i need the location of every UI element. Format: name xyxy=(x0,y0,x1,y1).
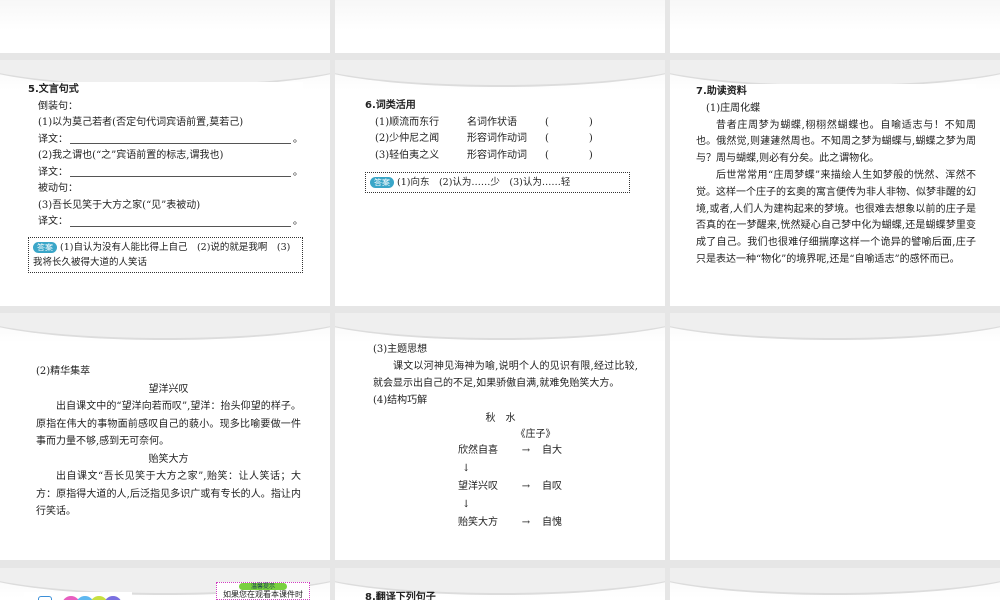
slide-bottom-2: 8.翻译下列句子 xyxy=(335,568,665,600)
slide-top-3 xyxy=(670,0,1000,53)
item: (1)顺流而东行 xyxy=(375,116,440,128)
content: (3)主题思想 课文以河神见海神为喻,说明个人的见识有限,经过比较,就会显示出自… xyxy=(373,341,638,531)
slide-reading-material: 7.助读资料 (1)庄周化蝶 昔者庄周梦为蝴蝶,栩栩然蝴蝶也。自喻适志与！不知周… xyxy=(670,60,1000,306)
item: (3)轻伯夷之义 xyxy=(375,149,440,161)
slide-bottom-3 xyxy=(670,568,1000,600)
text: (2)我之谓也(“之”宾语前置的标志,谓我也) xyxy=(38,150,224,161)
idiom-heading: 望洋兴叹 xyxy=(148,383,189,395)
flow-result: 自愧 xyxy=(542,517,562,528)
logo-icon xyxy=(38,596,52,600)
tip-box: 温馨提示 如果您在观看本课件时 xyxy=(216,582,310,600)
structure-diagram: 秋 水 《庄子》 欣然自喜 → 自大 ↓ 望洋兴叹 → 自叹 ↓ 贻笑大方 → 自愧 xyxy=(373,411,638,531)
answer-badge: 答案 xyxy=(370,177,394,188)
content: 6.词类活用 (1)顺流而东行 名词作状语( ) (2)少仲尼之闻 形容词作动词( … xyxy=(365,98,630,193)
section-title: 8.翻译下列句子 xyxy=(365,592,436,600)
idiom-heading: 贻笑大方 xyxy=(148,453,189,465)
subtitle: (2)精华集萃 xyxy=(36,366,91,377)
paragraph: 出自课文“吾长见笑于大方之家”,贻笑：让人笑话；大方：原指得大道的人,后泛指见多… xyxy=(36,471,301,517)
answer-text: (1)向东 (2)认为……少 (3)认为……轻 xyxy=(397,177,571,188)
slide-top-2 xyxy=(335,0,665,53)
content: 7.助读资料 (1)庄周化蝶 昔者庄周梦为蝴蝶,栩栩然蝴蝶也。自喻适志与！不知周… xyxy=(696,84,976,269)
text: (1)以为莫己若者(否定句代词宾语前置,莫若己) xyxy=(38,117,244,128)
item-blank[interactable]: ( ) xyxy=(545,131,593,148)
text: 倒装句： xyxy=(38,100,78,112)
flow-result: 自叹 xyxy=(542,481,562,492)
label: 译文： xyxy=(38,216,68,227)
diagram-title: 秋 水 xyxy=(485,413,516,424)
text: 被动句： xyxy=(38,183,78,194)
paragraph: 课文以河神见海神为喻,说明个人的见识有限,经过比较,就会显示出自己的不足,如果骄… xyxy=(373,361,638,389)
section-title: 6.词类活用 xyxy=(365,100,416,111)
label: 译文： xyxy=(38,166,68,178)
arrow-down-icon: ↓ xyxy=(462,463,471,474)
paragraph: 昔者庄周梦为蝴蝶,栩栩然蝴蝶也。自喻适志与！不知周也。俄然觉,则蘧蘧然周也。不知… xyxy=(696,119,976,165)
section-title: 5.文言句式 xyxy=(28,84,79,95)
slide-empty xyxy=(670,313,1000,560)
translation-blank[interactable]: 译文：。 xyxy=(28,214,303,231)
label: 译文： xyxy=(38,133,68,145)
arrow-down-icon: ↓ xyxy=(462,499,471,510)
slide-top-1 xyxy=(0,0,330,53)
translation-blank[interactable]: 译文：。 xyxy=(28,132,303,149)
flow-step: 贻笑大方 xyxy=(458,517,498,528)
circle-icon xyxy=(104,596,122,600)
answer-box: 答案 (1)向东 (2)认为……少 (3)认为……轻 xyxy=(365,172,630,193)
flow-result: 自大 xyxy=(542,445,562,456)
section-title: 7.助读资料 xyxy=(696,86,747,97)
item-blank[interactable]: ( ) xyxy=(545,148,593,165)
translation-blank[interactable]: 译文：。 xyxy=(28,165,303,182)
item-type: 形容词作动词 xyxy=(467,133,527,144)
flow-step: 欣然自喜 xyxy=(458,445,498,456)
item-type: 名词作状语 xyxy=(467,116,517,128)
subtitle: (3)主题思想 xyxy=(373,344,428,355)
paragraph: 后世常常用“庄周梦蝶”来描绘人生如梦般的恍然、浑然不觉。这样一个庄子的玄奥的寓言… xyxy=(696,169,976,265)
item: (2)少仲尼之闻 xyxy=(375,133,440,144)
slide-bottom-1: 温馨提示 如果您在观看本课件时 xyxy=(0,568,330,600)
arrow-right-icon: → xyxy=(521,517,531,528)
item-type: 形容词作动词 xyxy=(467,149,527,161)
slide-idioms: (2)精华集萃 望洋兴叹 出自课文中的“望洋向若而叹”,望洋：抬头仰望的样子。原… xyxy=(0,313,330,560)
slide-word-usage: 6.词类活用 (1)顺流而东行 名词作状语( ) (2)少仲尼之闻 形容词作动词( … xyxy=(335,60,665,306)
tip-title: 温馨提示 xyxy=(239,583,287,590)
tip-text: 如果您在观看本课件时 xyxy=(223,590,303,599)
diagram-author: 《庄子》 xyxy=(515,429,556,440)
answer-box: 答案 (1)自认为没有人能比得上自己 (2)说的就是我啊 (3)我将长久被得大道的… xyxy=(28,236,303,273)
answer-text: (1)自认为没有人能比得上自己 (2)说的就是我啊 (3)我将长久被得大道的人笑… xyxy=(33,241,291,268)
flow-step: 望洋兴叹 xyxy=(458,481,498,492)
item-blank[interactable]: ( ) xyxy=(545,115,593,132)
subtitle: (4)结构巧解 xyxy=(373,395,428,406)
arrow-right-icon: → xyxy=(521,445,531,456)
answer-badge: 答案 xyxy=(33,241,57,253)
subtitle: (1)庄周化蝶 xyxy=(706,102,761,114)
paragraph: 出自课文中的“望洋向若而叹”,望洋：抬头仰望的样子。原指在伟大的事物面前感叹自己… xyxy=(36,401,301,447)
slide-theme-structure: (3)主题思想 课文以河神见海神为喻,说明个人的见识有限,经过比较,就会显示出自… xyxy=(335,313,665,560)
slide-sentence-patterns: 5.文言句式 倒装句： (1)以为莫己若者(否定句代词宾语前置,莫若己) 译文：… xyxy=(0,60,330,306)
text: (3)吾长见笑于大方之家(“见”表被动) xyxy=(38,199,201,211)
arrow-right-icon: → xyxy=(521,481,531,492)
logo-area xyxy=(24,592,132,600)
content: (2)精华集萃 望洋兴叹 出自课文中的“望洋向若而叹”,望洋：抬头仰望的样子。原… xyxy=(36,363,301,521)
content: 5.文言句式 倒装句： (1)以为莫己若者(否定句代词宾语前置,莫若己) 译文：… xyxy=(28,82,303,273)
